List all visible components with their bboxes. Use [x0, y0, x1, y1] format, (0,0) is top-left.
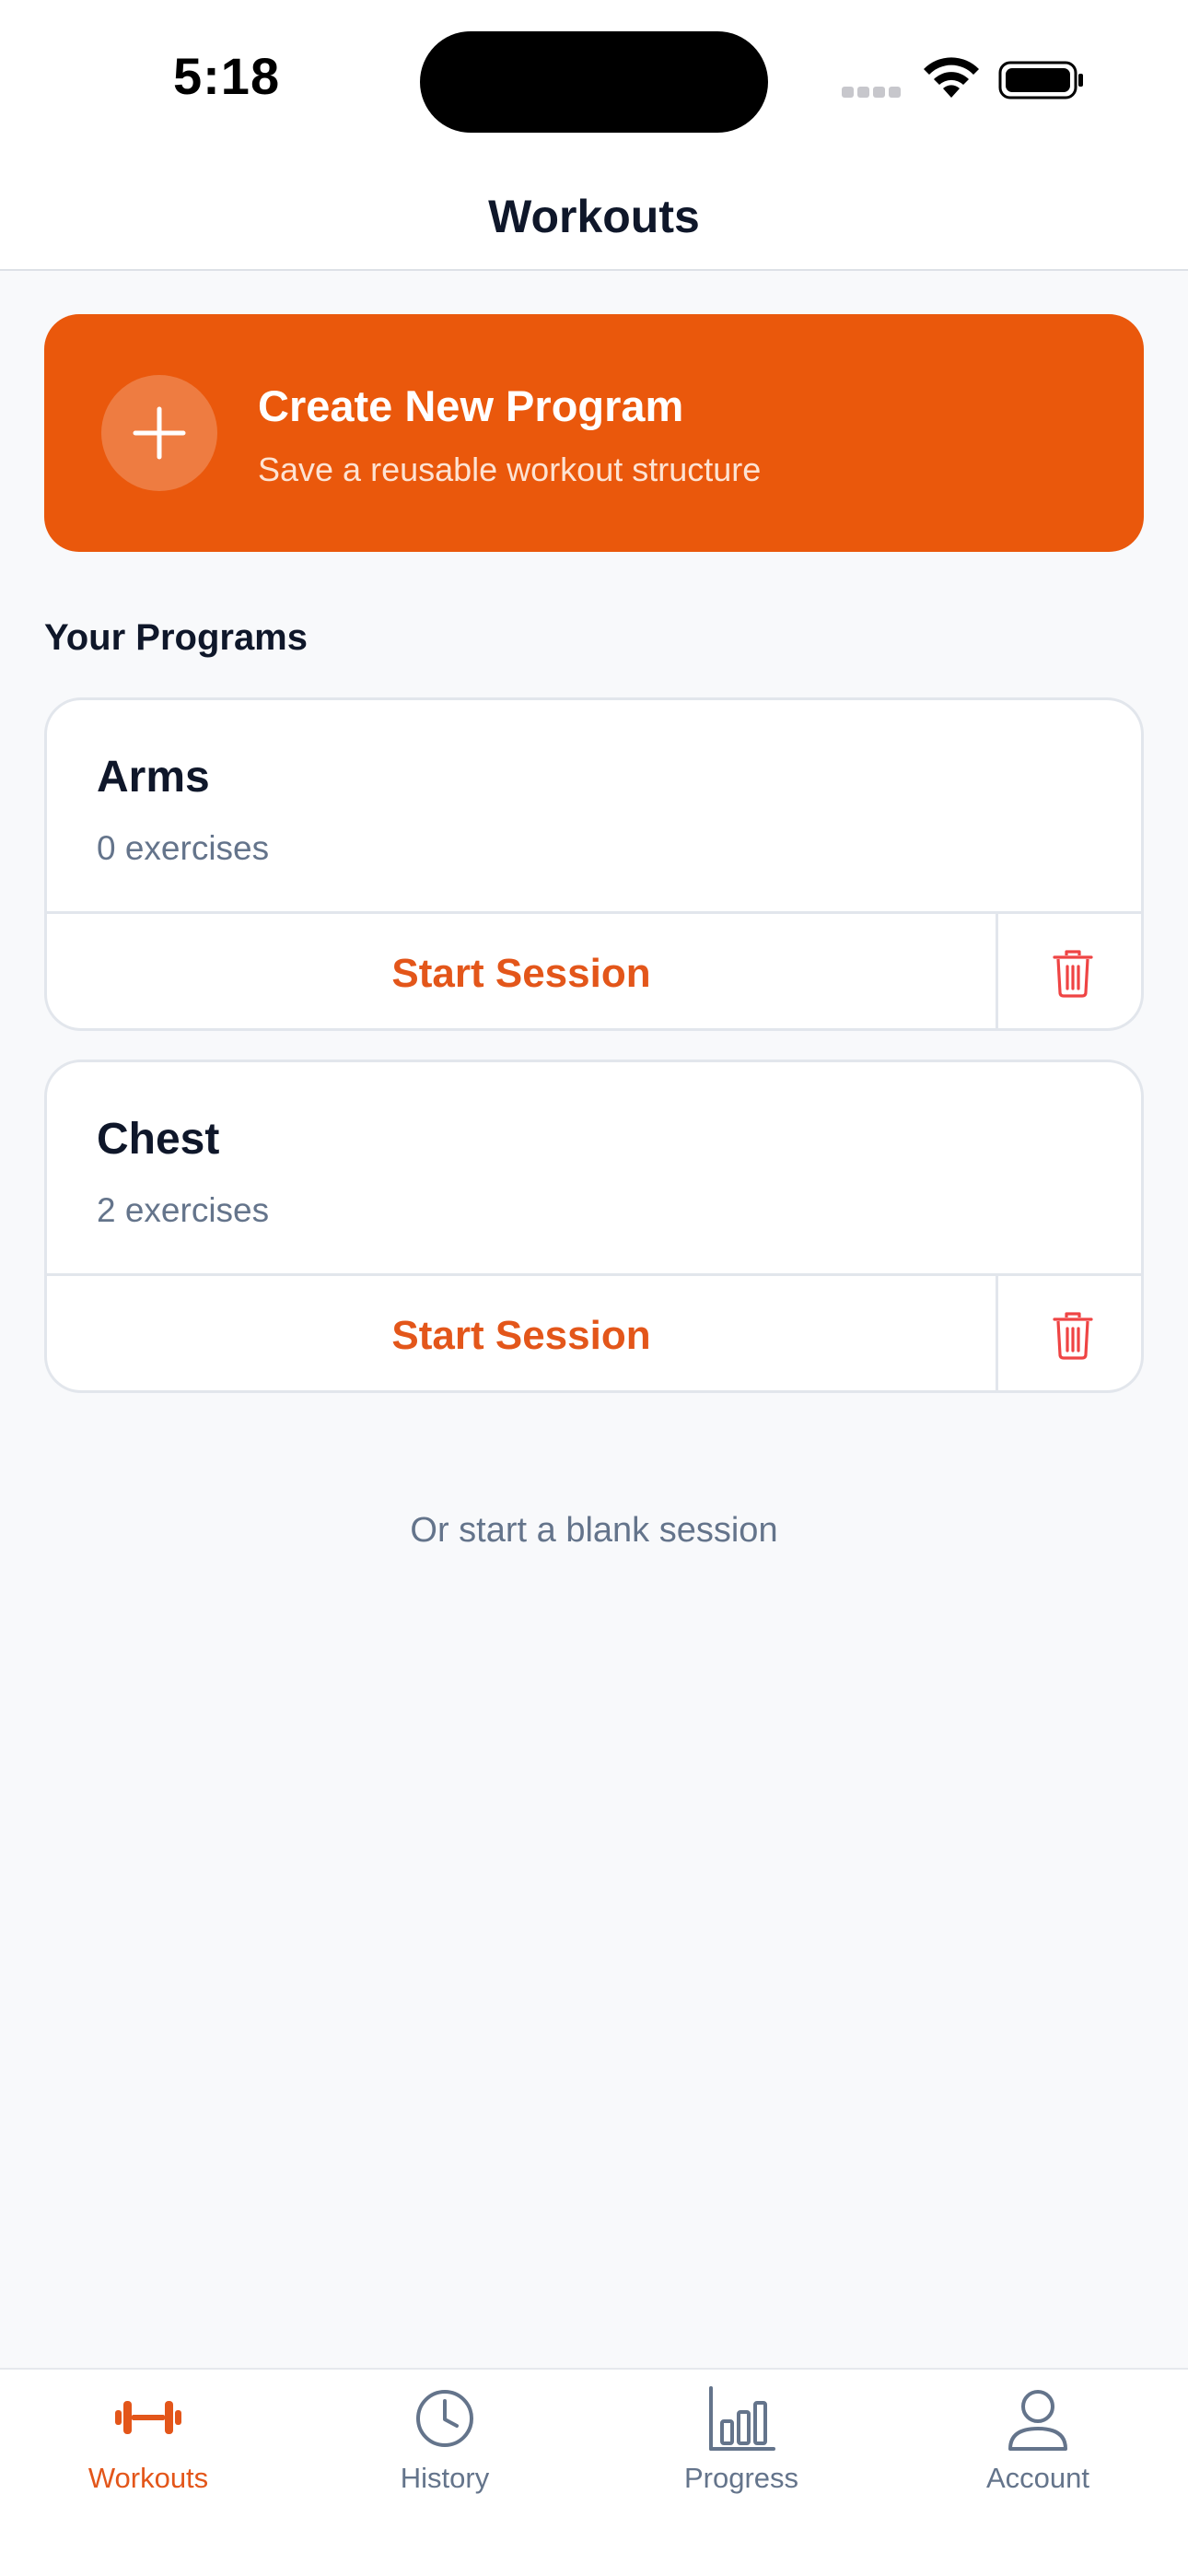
tab-progress[interactable]: Progress: [593, 2370, 890, 2576]
create-program-subtitle: Save a reusable workout structure: [258, 451, 762, 488]
tab-label: Progress: [683, 2462, 799, 2494]
program-name: Arms: [97, 753, 210, 802]
tab-label: Workouts: [87, 2462, 209, 2494]
page-title: Workouts: [488, 191, 700, 242]
clock-icon: [416, 2390, 473, 2447]
delete-program-button[interactable]: [998, 1276, 1141, 1390]
blank-session-link[interactable]: Or start a blank session: [0, 1511, 1188, 1551]
tab-label: Account: [985, 2462, 1089, 2494]
status-bar: 5:18: [0, 0, 1188, 157]
program-card-arms: Arms 0 exercises Start Session: [44, 697, 1144, 1031]
screen: 5:18 Workouts Create New Program Save a …: [0, 0, 1188, 2576]
tab-bar: Workouts History Progress Account: [0, 2368, 1188, 2576]
battery-icon: [998, 61, 1083, 100]
your-programs-heading: Your Programs: [44, 617, 308, 658]
program-card-chest: Chest 2 exercises Start Session: [44, 1060, 1144, 1393]
start-session-button[interactable]: Start Session: [47, 1276, 996, 1390]
tab-account[interactable]: Account: [890, 2370, 1186, 2576]
bar-chart-icon: [709, 2386, 775, 2451]
nav-header: Workouts: [0, 157, 1188, 271]
start-session-button[interactable]: Start Session: [47, 914, 996, 1028]
wifi-icon: [924, 57, 979, 98]
dynamic-island: [420, 31, 768, 133]
dumbbell-icon: [115, 2401, 181, 2434]
program-exercise-count: 0 exercises: [97, 829, 270, 867]
trash-icon: [1052, 1312, 1093, 1360]
status-time: 5:18: [173, 47, 281, 105]
delete-program-button[interactable]: [998, 914, 1141, 1028]
create-program-button[interactable]: Create New Program Save a reusable worko…: [44, 314, 1144, 552]
user-icon: [1008, 2390, 1067, 2451]
trash-icon: [1052, 950, 1093, 998]
plus-icon: [133, 406, 186, 460]
tab-workouts[interactable]: Workouts: [0, 2370, 297, 2576]
tab-history[interactable]: History: [297, 2370, 593, 2576]
plus-icon-circle: [101, 375, 217, 491]
cellular-signal-icon: [842, 86, 906, 98]
create-program-title: Create New Program: [258, 381, 684, 430]
program-exercise-count: 2 exercises: [97, 1191, 270, 1229]
program-name: Chest: [97, 1115, 220, 1164]
tab-label: History: [400, 2462, 490, 2494]
